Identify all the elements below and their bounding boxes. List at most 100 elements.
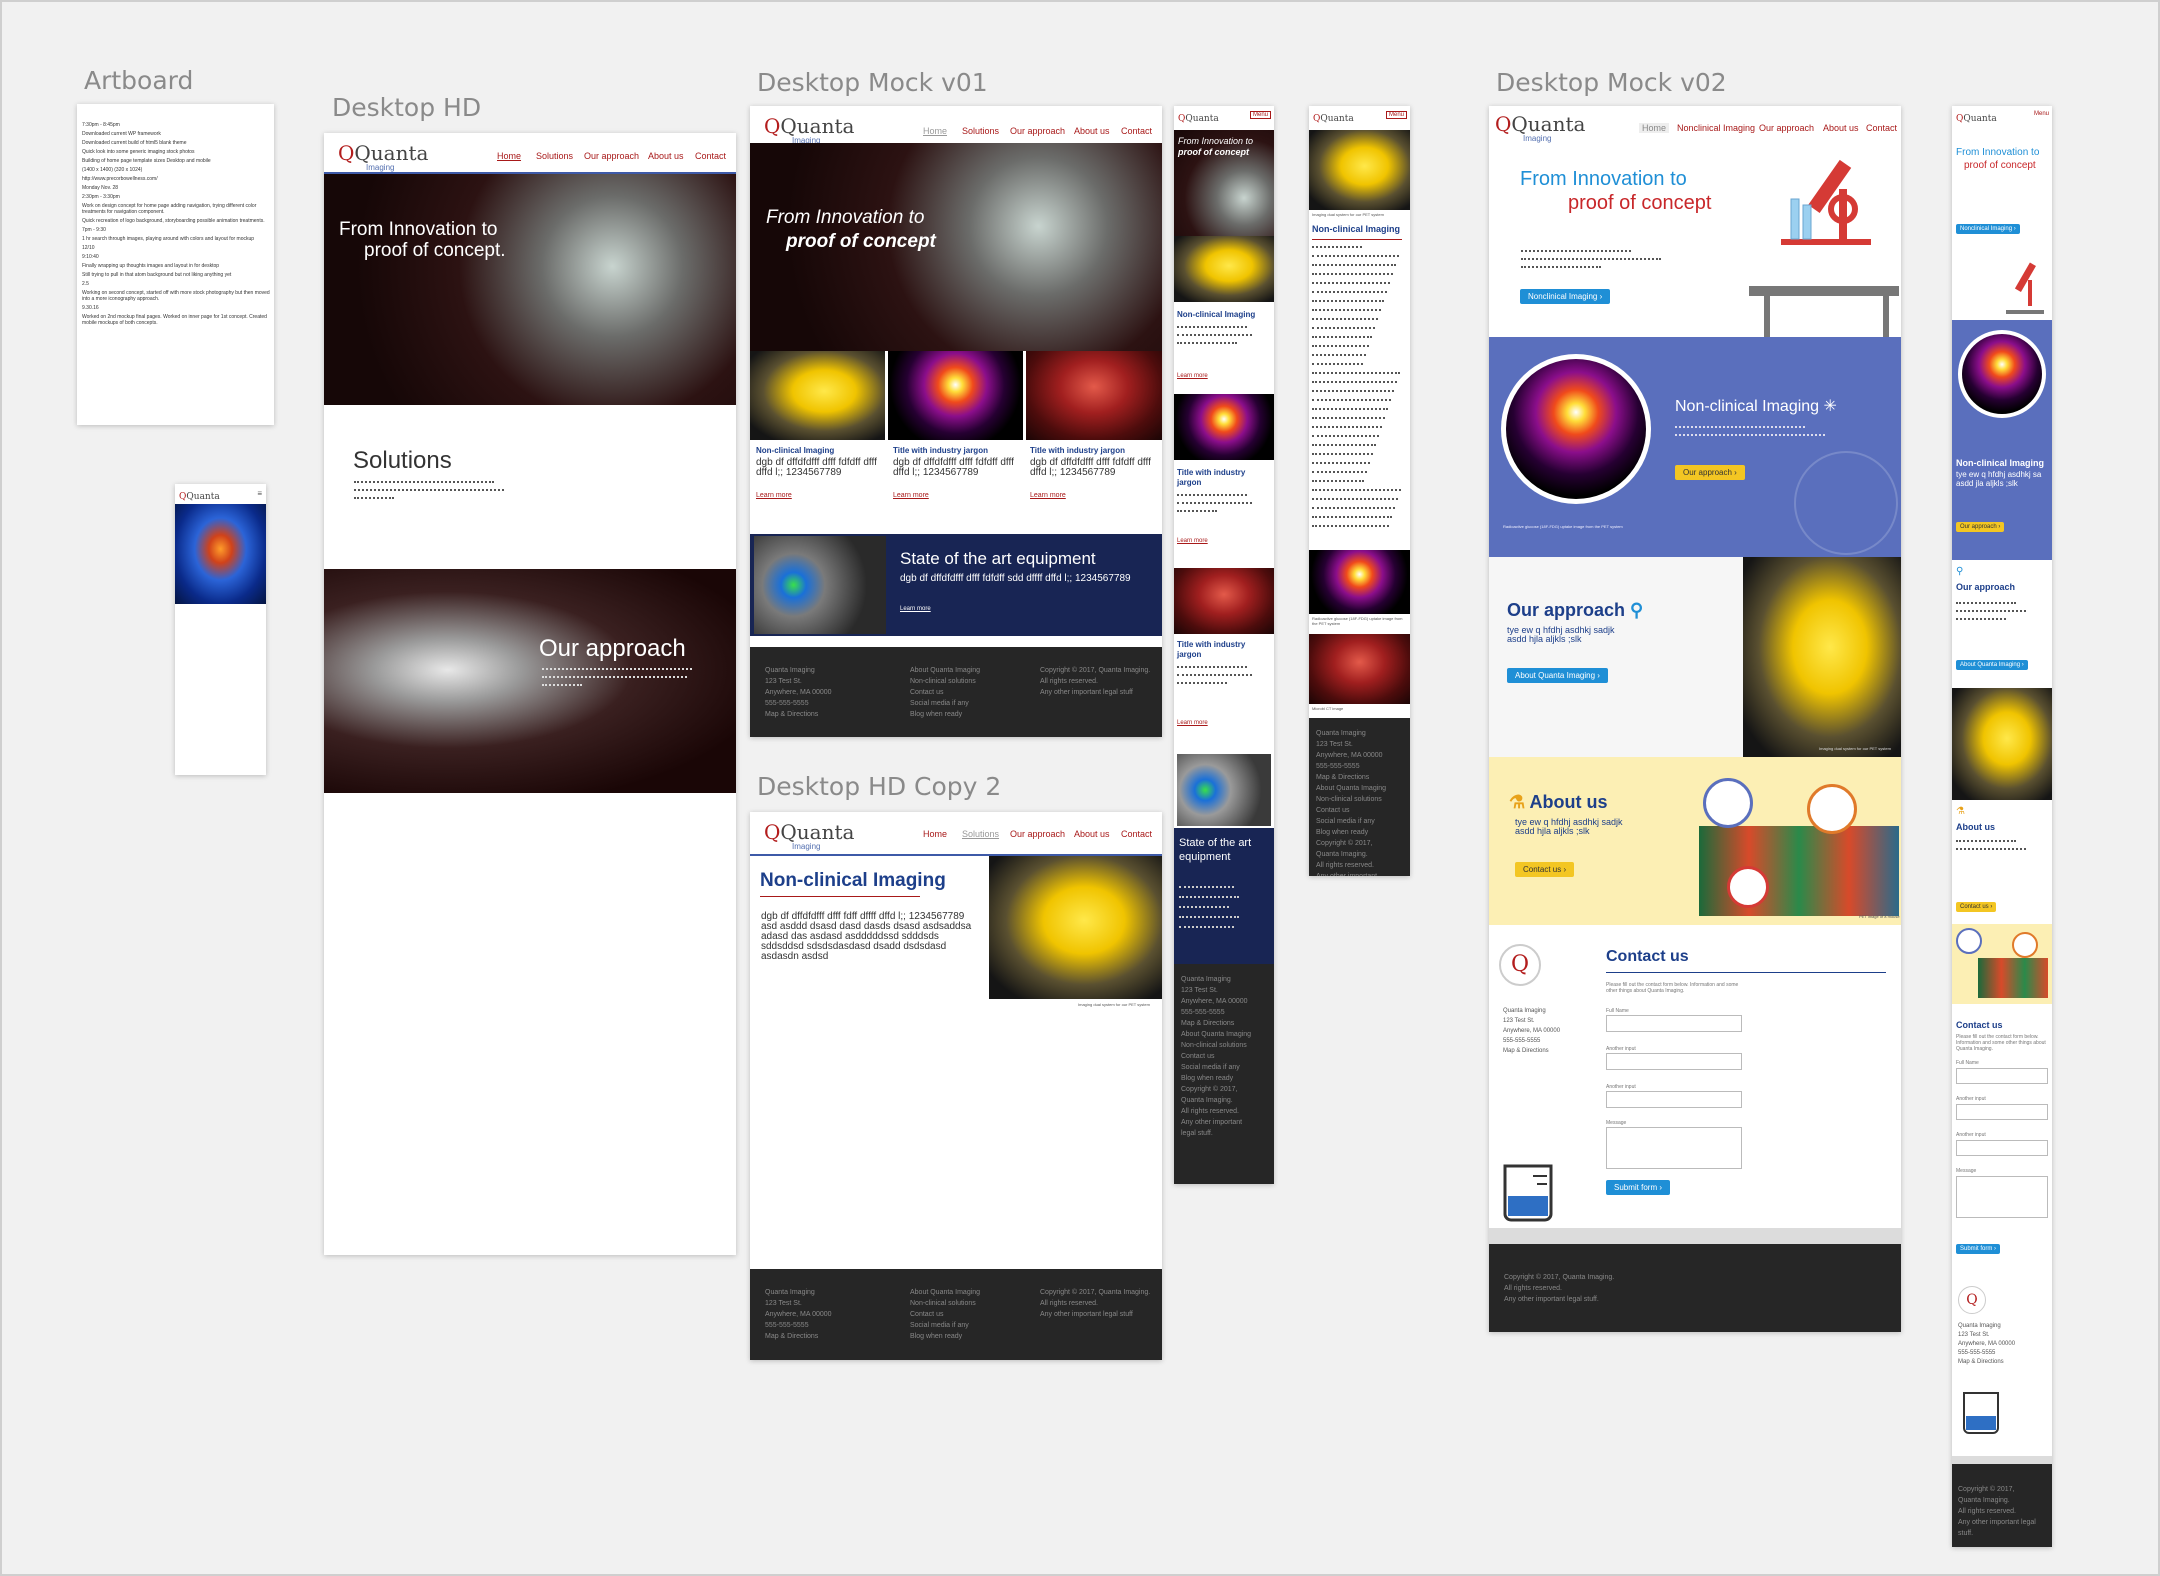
nav-our-approach[interactable]: Our approach [1010, 829, 1065, 839]
footer-link[interactable]: About Quanta Imaging [910, 665, 980, 676]
mobile-hd-artboard[interactable]: QQuanta ≡ [175, 484, 266, 775]
nav-home[interactable]: Home [923, 829, 947, 839]
nav-home[interactable]: Home [923, 126, 947, 136]
state-learn-more-link[interactable]: Learn more [900, 606, 931, 612]
note-line: 2.5 [82, 281, 89, 287]
footer-link[interactable]: Blog when ready [910, 709, 980, 720]
submit-form-button[interactable]: Submit form › [1606, 1180, 1671, 1195]
nav-solutions[interactable]: Solutions [962, 829, 999, 839]
contact-divider [1606, 972, 1886, 973]
our-approach-button[interactable]: Our approach › [1675, 465, 1745, 480]
menu-button[interactable]: Menu [1249, 111, 1271, 119]
our-approach-button[interactable]: Our approach › [1956, 522, 2005, 532]
clipboard-icon [2012, 932, 2038, 958]
mock-v01-label[interactable]: Desktop Mock v01 [757, 68, 988, 97]
menu-button[interactable]: Menu [2034, 111, 2049, 117]
menu-button[interactable]: Menu [1385, 111, 1407, 119]
hd-copy2-label[interactable]: Desktop HD Copy 2 [757, 772, 1001, 801]
message-textarea[interactable] [1956, 1176, 2048, 1218]
full-name-input[interactable] [1956, 1068, 2048, 1084]
footer-line: 123 Test St. [1316, 741, 1353, 748]
footer-line: Quanta Imaging [765, 1289, 815, 1296]
nav-home[interactable]: Home [497, 151, 521, 161]
nav-home[interactable]: Home [1639, 123, 1670, 133]
nav-about-us[interactable]: About us [1074, 126, 1110, 136]
note-line: 7:30pm - 8:45pm [82, 122, 120, 128]
nav-our-approach[interactable]: Our approach [584, 151, 639, 161]
learn-more-link[interactable]: Learn more [1177, 538, 1208, 544]
another-input[interactable] [1956, 1104, 2048, 1120]
learn-more-link[interactable]: Learn more [893, 492, 1017, 499]
logo-mark: Q [1499, 944, 1541, 986]
mock-v02-artboard[interactable]: QQuanta Imaging Home Nonclinical Imaging… [1489, 106, 1901, 1332]
nav-our-approach[interactable]: Our approach [1759, 123, 1814, 133]
nav-about-us[interactable]: About us [1823, 123, 1859, 133]
full-name-input[interactable] [1606, 1015, 1742, 1032]
clipboard-icon [1956, 928, 1982, 954]
nav-solutions[interactable]: Solutions [962, 126, 999, 136]
mobile-v01-artboard[interactable]: QQuanta Menu From Innovation to proof of… [1174, 106, 1274, 1184]
nav-solutions[interactable]: Solutions [536, 151, 573, 161]
nav-nonclinical-imaging[interactable]: Nonclinical Imaging [1677, 123, 1755, 133]
nonclinical-imaging-button[interactable]: Nonclinical Imaging › [1956, 224, 2020, 234]
card-image-anatomy [1026, 351, 1162, 440]
hd-copy2-artboard[interactable]: QQuanta Imaging Home Solutions Our appro… [750, 812, 1162, 1360]
placeholder-text [1956, 848, 2026, 853]
learn-more-link[interactable]: Learn more [1177, 373, 1208, 379]
footer-link[interactable]: About Quanta Imaging [910, 1287, 980, 1298]
footer-line: legal stuff. [1181, 1130, 1213, 1137]
nonclinical-imaging-button[interactable]: Nonclinical Imaging › [1520, 289, 1611, 304]
imaging-scan-image [754, 536, 886, 634]
message-textarea[interactable] [1606, 1127, 1742, 1169]
learn-more-link[interactable]: Learn more [1177, 720, 1208, 726]
submit-form-button[interactable]: Submit form › [1956, 1244, 2001, 1254]
hamburger-menu-icon[interactable]: ≡ [257, 489, 262, 498]
card-title: Non-clinical Imaging [1177, 310, 1256, 319]
nav-our-approach[interactable]: Our approach [1010, 126, 1065, 136]
note-line: 9.30.16 [82, 305, 99, 311]
nav-contact[interactable]: Contact [695, 151, 726, 161]
placeholder-text [1177, 342, 1237, 347]
footer-col-links[interactable]: About Quanta Imaging Non-clinical solutio… [910, 665, 980, 720]
pet-image-grid [1699, 826, 1899, 916]
another-input[interactable] [1606, 1091, 1742, 1108]
desktop-hd-artboard[interactable]: QQuanta Imaging Home Solutions Our appro… [324, 133, 736, 1255]
pet-image [1309, 550, 1410, 614]
mock-v01-artboard[interactable]: QQuanta Imaging Home Solutions Our appro… [750, 106, 1162, 737]
notes-artboard[interactable]: 7:30pm - 8:45pm Downloaded current WP fra… [77, 104, 274, 425]
footer-legal: Copyright © 2017, Quanta Imaging. All righ… [1958, 1484, 2048, 1539]
contact-us-button[interactable]: Contact us › [1515, 862, 1575, 877]
mock-v02-label[interactable]: Desktop Mock v02 [1496, 68, 1727, 97]
nav-contact[interactable]: Contact [1121, 829, 1152, 839]
nav-contact[interactable]: Contact [1866, 123, 1897, 133]
nonclinical-heading: Non-clinical Imaging [1956, 458, 2045, 468]
learn-more-link[interactable]: Learn more [1030, 492, 1154, 499]
footer-col-links[interactable]: About Quanta Imaging Non-clinical solutio… [910, 1287, 980, 1342]
placeholder-text [1179, 886, 1234, 891]
footer-link[interactable]: Contact us [910, 1309, 980, 1320]
footer-link[interactable]: Contact us [910, 687, 980, 698]
footer-link[interactable]: Social media if any [910, 1320, 980, 1331]
nav-about-us[interactable]: About us [1074, 829, 1110, 839]
footer-line: 555-555-5555 [1316, 763, 1360, 770]
about-quanta-button[interactable]: About Quanta Imaging › [1956, 660, 2028, 670]
mobile-v02-artboard[interactable]: QQuanta Menu From Innovation to proof of… [1952, 106, 2052, 1547]
nav-contact[interactable]: Contact [1121, 126, 1152, 136]
footer-line: Quanta Imaging [1181, 976, 1231, 983]
desktop-hd-label[interactable]: Desktop HD [332, 93, 481, 122]
footer-link[interactable]: Non-clinical solutions [910, 676, 980, 687]
another-input[interactable] [1956, 1140, 2048, 1156]
footer-link[interactable]: Social media if any [910, 698, 980, 709]
nav-about-us[interactable]: About us [648, 151, 684, 161]
mobile-v01b-artboard[interactable]: QQuanta Menu Imaging dual system for our… [1309, 106, 1410, 876]
learn-more-link[interactable]: Learn more [756, 492, 880, 499]
about-quanta-button[interactable]: About Quanta Imaging › [1507, 668, 1608, 683]
footer-text: Quanta Imaging 123 Test St. Anywhere, MA 0… [1316, 728, 1406, 876]
artboard-label[interactable]: Artboard [84, 66, 193, 95]
about-body: tye ew q hfdhj asdhkj sadjk asdd hjla al… [1515, 817, 1623, 836]
another-input[interactable] [1606, 1053, 1742, 1070]
contact-us-button[interactable]: Contact us › [1956, 902, 1997, 912]
note-line: Building of home page template sizes Des… [82, 158, 211, 164]
footer-link[interactable]: Blog when ready [910, 1331, 980, 1342]
footer-link[interactable]: Non-clinical solutions [910, 1298, 980, 1309]
